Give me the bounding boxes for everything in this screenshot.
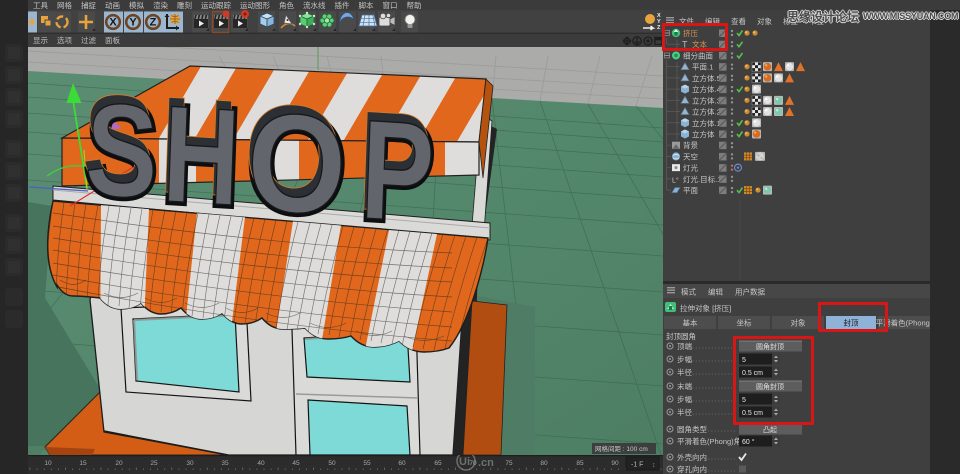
- svg-text:步幅: 步幅: [677, 354, 692, 364]
- svg-text:Z: Z: [150, 17, 157, 29]
- svg-text:55: 55: [363, 460, 371, 467]
- svg-text:圆角类型: 圆角类型: [677, 424, 707, 434]
- svg-text:20: 20: [115, 460, 123, 467]
- svg-text:L°: L°: [672, 176, 679, 184]
- svg-text:细分曲面: 细分曲面: [683, 50, 713, 60]
- svg-text:O: O: [244, 83, 349, 245]
- svg-text:X: X: [109, 17, 117, 29]
- svg-text:基本: 基本: [683, 318, 698, 328]
- svg-text:75: 75: [505, 460, 513, 467]
- svg-text:↕: ↕: [652, 462, 656, 469]
- svg-text:灯光.目标.1: 灯光.目标.1: [683, 174, 721, 184]
- svg-text:半径: 半径: [677, 407, 692, 417]
- svg-text:穿孔向内: 穿孔向内: [677, 464, 707, 474]
- svg-text:查看: 查看: [731, 16, 746, 26]
- svg-text:Ui: Ui: [459, 456, 470, 468]
- svg-text:末端: 末端: [677, 381, 692, 391]
- svg-text:背景: 背景: [683, 140, 698, 150]
- svg-text:立方体.3: 立方体.3: [692, 95, 721, 105]
- svg-text:60 °: 60 °: [742, 438, 755, 446]
- svg-text:P: P: [358, 89, 436, 252]
- svg-text:-1 F: -1 F: [631, 462, 643, 469]
- svg-text:用户数据: 用户数据: [735, 287, 765, 297]
- svg-text:外壳向内: 外壳向内: [677, 452, 707, 462]
- svg-text:80: 80: [540, 460, 548, 467]
- svg-text:天空: 天空: [683, 151, 698, 161]
- svg-text:S: S: [83, 75, 160, 227]
- svg-text:平滑着色(Phong)角度: 平滑着色(Phong)角度: [677, 436, 749, 446]
- svg-text:30: 30: [186, 460, 194, 467]
- svg-text:立方体.5: 立方体.5: [692, 73, 721, 83]
- svg-text:平面.1: 平面.1: [692, 63, 713, 72]
- svg-text:85: 85: [576, 460, 584, 467]
- svg-text:65: 65: [434, 460, 442, 467]
- svg-text:立方体.4: 立方体.4: [692, 84, 721, 94]
- svg-text:步幅: 步幅: [677, 394, 692, 404]
- svg-text:90: 90: [611, 460, 619, 467]
- svg-text:45: 45: [292, 460, 300, 467]
- svg-text:15: 15: [79, 460, 87, 467]
- svg-text:半径: 半径: [677, 367, 692, 377]
- svg-text:25: 25: [150, 460, 158, 467]
- svg-text:封顶圆角: 封顶圆角: [666, 331, 696, 341]
- svg-text:50: 50: [328, 460, 336, 467]
- svg-text:凸起: 凸起: [763, 426, 777, 434]
- svg-text:Y: Y: [129, 17, 137, 29]
- svg-text:顶端: 顶端: [677, 341, 692, 351]
- svg-text:模式: 模式: [681, 287, 696, 297]
- svg-text:10: 10: [44, 460, 52, 467]
- svg-text:60: 60: [398, 460, 406, 467]
- svg-text:H: H: [160, 78, 242, 236]
- svg-text:40: 40: [257, 460, 265, 467]
- svg-text:坐标: 坐标: [737, 318, 752, 328]
- svg-text:.cn: .cn: [478, 457, 494, 469]
- svg-text:立方体: 立方体: [692, 129, 715, 139]
- svg-text:对象: 对象: [791, 318, 806, 328]
- svg-text:35: 35: [221, 460, 229, 467]
- svg-text:编辑: 编辑: [708, 287, 723, 297]
- svg-text:平面: 平面: [683, 186, 698, 195]
- svg-text:拉伸对象 [挤压]: 拉伸对象 [挤压]: [680, 303, 731, 313]
- svg-text:立方体.2: 立方体.2: [692, 107, 721, 117]
- svg-text:对象: 对象: [757, 16, 772, 26]
- svg-text:灯光: 灯光: [683, 163, 698, 173]
- svg-text:网格间距 : 100 cm: 网格间距 : 100 cm: [595, 444, 648, 453]
- svg-text:立方体.1: 立方体.1: [692, 118, 721, 128]
